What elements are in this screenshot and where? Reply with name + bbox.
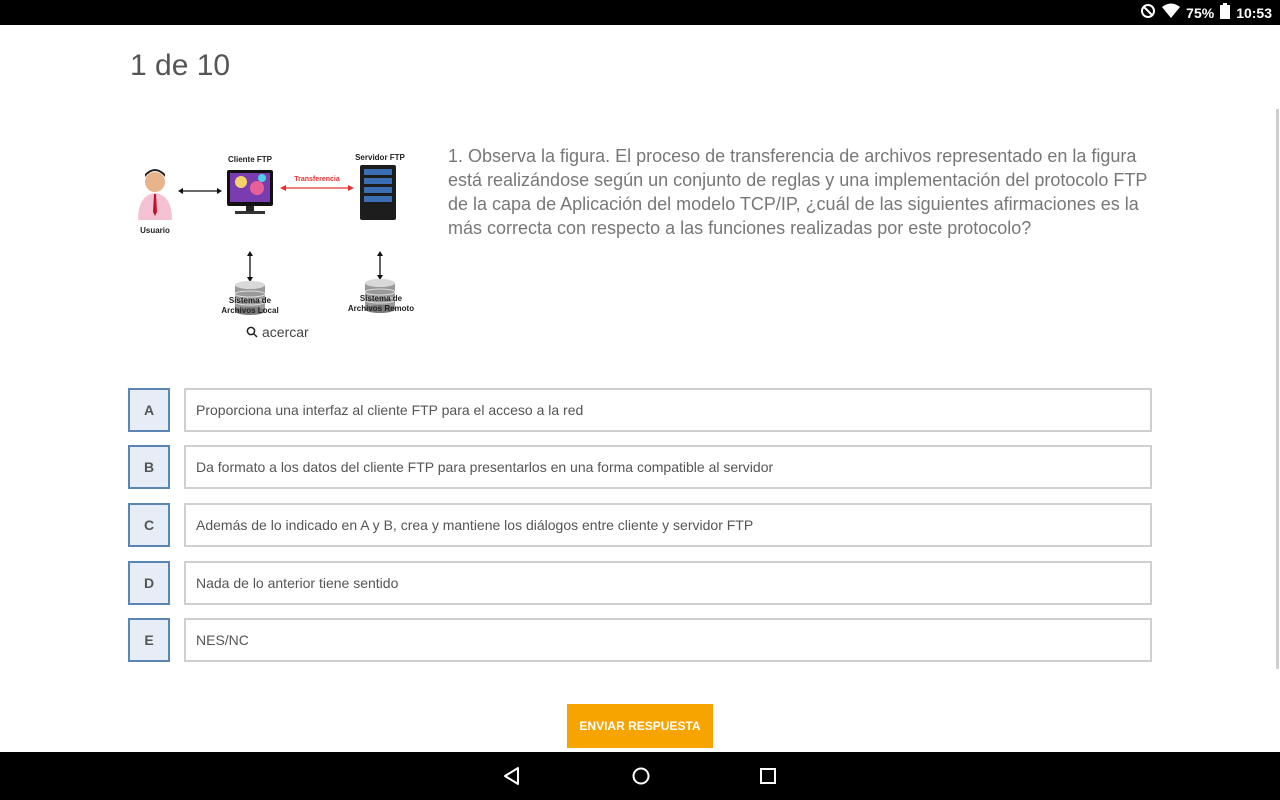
server-label: Servidor FTP [355,153,405,162]
user-label: Usuario [140,226,170,235]
battery-percent: 75% [1186,4,1215,21]
back-button[interactable] [500,764,524,788]
question-progress: 1 de 10 [130,49,231,82]
battery-icon [1220,3,1231,22]
question-text: 1. Observa la figura. El proceso de tran… [448,146,1148,238]
remote-fs-label-line1: Sistema de [359,294,403,303]
option-d[interactable]: D Nada de lo anterior tiene sentido [128,561,1152,605]
home-icon [632,767,650,785]
submit-answer-button[interactable]: ENVIAR RESPUESTA [567,704,713,748]
recents-button[interactable] [756,764,780,788]
zoom-link[interactable]: acercar [246,324,309,340]
option-letter[interactable]: B [128,445,170,489]
option-a[interactable]: A Proporciona una interfaz al cliente FT… [128,388,1152,432]
option-text[interactable]: Además de lo indicado en A y B, crea y m… [184,503,1152,547]
option-text[interactable]: Da formato a los datos del cliente FTP p… [184,445,1152,489]
scrollbar[interactable] [1276,109,1279,669]
option-c[interactable]: C Además de lo indicado en A y B, crea y… [128,503,1152,547]
quiz-content: 1 de 10 Cliente FTP Servidor FTP Transfe… [0,25,1280,752]
option-letter[interactable]: A [128,388,170,432]
zoom-label: acercar [262,324,309,340]
navigation-bar [0,752,1280,800]
local-fs-label-line1: Sistema de [228,296,272,305]
remote-fs-label-line2: Archivos Remoto [347,304,415,313]
user-icon [138,169,172,220]
recents-icon [760,768,776,784]
home-button[interactable] [629,764,653,788]
local-fs-label-line2: Archivos Local [221,306,279,315]
option-letter[interactable]: C [128,503,170,547]
magnifier-icon [246,326,258,338]
back-icon [504,767,519,785]
option-b[interactable]: B Da formato a los datos del cliente FTP… [128,445,1152,489]
option-text[interactable]: NES/NC [184,618,1152,662]
option-letter[interactable]: E [128,618,170,662]
status-bar: 75% 10:53 [0,0,1280,25]
server-icon [360,165,396,220]
option-letter[interactable]: D [128,561,170,605]
wifi-icon [1162,3,1181,22]
status-icons: 75% 10:53 [1140,0,1272,25]
clock: 10:53 [1236,4,1272,21]
transfer-label: Transferencia [294,176,340,183]
question-figure[interactable]: Cliente FTP Servidor FTP Transferencia U… [130,150,420,320]
option-text[interactable]: Nada de lo anterior tiene sentido [184,561,1152,605]
client-label: Cliente FTP [227,155,272,164]
option-text[interactable]: Proporciona una interfaz al cliente FTP … [184,388,1152,432]
do-not-disturb-icon [1140,3,1156,22]
option-e[interactable]: E NES/NC [128,618,1152,662]
monitor-icon [227,170,273,214]
